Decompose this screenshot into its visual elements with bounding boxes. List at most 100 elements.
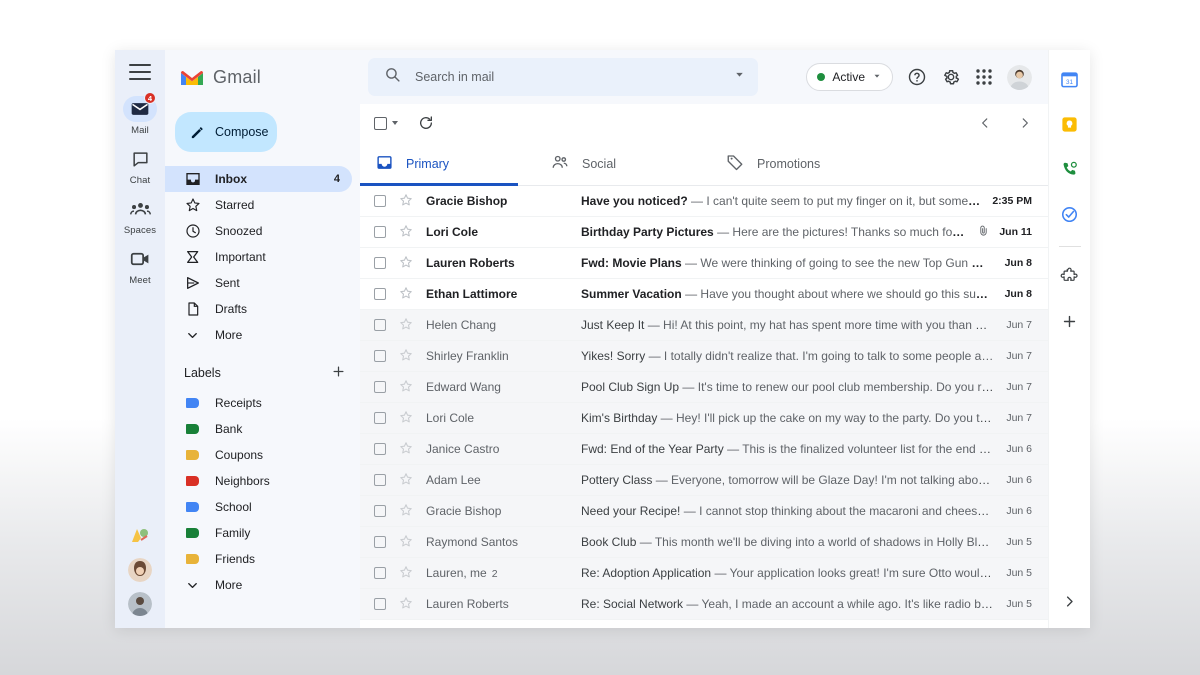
list-toolbar [360, 104, 1048, 142]
sidebar-item-label-bank[interactable]: Bank [165, 416, 352, 442]
chat-contact-status-icon[interactable] [128, 524, 152, 548]
table-row[interactable]: Lauren Roberts Re: Social Network — Yeah… [360, 589, 1048, 620]
gmail-brand[interactable]: Gmail [165, 62, 360, 92]
table-row[interactable]: Lori Cole Birthday Party Pictures — Here… [360, 217, 1048, 248]
label-name-school: School [215, 500, 252, 514]
star-icon[interactable] [399, 348, 413, 365]
table-row[interactable]: Gracie Bishop Need your Recipe! — I cann… [360, 496, 1048, 527]
chevron-down-icon [872, 70, 882, 84]
sidebar-item-label-school[interactable]: School [165, 494, 352, 520]
star-icon[interactable] [399, 596, 413, 613]
row-checkbox[interactable] [374, 536, 386, 548]
table-row[interactable]: Lauren Roberts Fwd: Movie Plans — We wer… [360, 248, 1048, 279]
star-icon[interactable] [399, 193, 413, 210]
subject-text: Summer Vacation [581, 287, 682, 301]
row-checkbox[interactable] [374, 257, 386, 269]
row-snippet: — Hi! At this point, my hat has spent mo… [648, 318, 995, 332]
sidebar-item-starred[interactable]: Starred [165, 192, 352, 218]
tasks-icon[interactable] [1055, 199, 1085, 229]
select-caret-down-icon[interactable] [392, 121, 398, 125]
chat-contact-avatar-1[interactable] [128, 558, 152, 582]
row-checkbox[interactable] [374, 474, 386, 486]
sidebar-item-more[interactable]: More [165, 322, 352, 348]
sidebar-item-snoozed[interactable]: Snoozed [165, 218, 352, 244]
compose-button[interactable]: Compose [175, 112, 277, 152]
chat-contact-avatar-2[interactable] [128, 592, 152, 616]
search-bar[interactable] [368, 58, 758, 96]
apps-grid-icon[interactable] [975, 68, 993, 86]
table-row[interactable]: Janice Castro Fwd: End of the Year Party… [360, 434, 1048, 465]
rail-item-chat[interactable]: Chat [115, 146, 165, 186]
row-checkbox[interactable] [374, 319, 386, 331]
sidebar-item-label-receipts[interactable]: Receipts [165, 390, 352, 416]
chevron-left-icon[interactable] [978, 116, 992, 130]
sidebar-item-inbox[interactable]: Inbox 4 [165, 166, 352, 192]
row-snippet: — Have you thought about where we should… [685, 287, 993, 301]
refresh-icon[interactable] [418, 115, 434, 131]
star-icon[interactable] [399, 255, 413, 272]
gear-icon[interactable] [941, 67, 961, 87]
rail-item-spaces[interactable]: Spaces [115, 196, 165, 236]
gmail-logo-icon [179, 67, 205, 87]
tab-social[interactable]: Social [535, 142, 710, 185]
plus-icon[interactable] [1055, 306, 1085, 336]
sidebar-item-label-friends[interactable]: Friends [165, 546, 352, 572]
help-icon[interactable] [907, 67, 927, 87]
row-checkbox[interactable] [374, 195, 386, 207]
tab-primary[interactable]: Primary [360, 142, 535, 185]
search-input[interactable] [415, 70, 733, 84]
table-row[interactable]: Edward Wang Pool Club Sign Up — It's tim… [360, 372, 1048, 403]
account-avatar[interactable] [1007, 65, 1032, 90]
row-checkbox[interactable] [374, 598, 386, 610]
star-icon[interactable] [399, 224, 413, 241]
star-icon[interactable] [399, 379, 413, 396]
chevron-right-icon[interactable] [1018, 116, 1032, 130]
star-icon[interactable] [399, 472, 413, 489]
keep-icon[interactable] [1055, 109, 1085, 139]
star-icon[interactable] [399, 441, 413, 458]
row-checkbox[interactable] [374, 288, 386, 300]
rail-item-mail[interactable]: 4 Mail [115, 96, 165, 136]
row-checkbox[interactable] [374, 226, 386, 238]
table-row[interactable]: Raymond Santos Book Club — This month we… [360, 527, 1048, 558]
tab-promotions[interactable]: Promotions [710, 142, 885, 185]
star-icon[interactable] [399, 565, 413, 582]
table-row[interactable]: Ethan Lattimore Summer Vacation — Have y… [360, 279, 1048, 310]
star-icon[interactable] [399, 410, 413, 427]
sidebar-item-drafts[interactable]: Drafts [165, 296, 352, 322]
expand-panel-chevron-right-icon[interactable] [1062, 594, 1077, 614]
hamburger-icon[interactable] [129, 64, 151, 80]
row-checkbox[interactable] [374, 412, 386, 424]
search-options-icon[interactable] [733, 68, 746, 86]
row-checkbox[interactable] [374, 505, 386, 517]
row-snippet: — Here are the pictures! Thanks so much … [717, 225, 965, 239]
table-row[interactable]: Shirley Franklin Yikes! Sorry — I totall… [360, 341, 1048, 372]
table-row[interactable]: Lauren, me2 Re: Adoption Application — Y… [360, 558, 1048, 589]
sidebar-item-label-coupons[interactable]: Coupons [165, 442, 352, 468]
star-icon[interactable] [399, 534, 413, 551]
table-row[interactable]: Helen Chang Just Keep It — Hi! At this p… [360, 310, 1048, 341]
status-badge[interactable]: Active [806, 63, 893, 91]
sidebar-item-label-family[interactable]: Family [165, 520, 352, 546]
contacts-icon[interactable] [1055, 154, 1085, 184]
plus-icon[interactable] [331, 364, 346, 382]
table-row[interactable]: Adam Lee Pottery Class — Everyone, tomor… [360, 465, 1048, 496]
row-checkbox[interactable] [374, 381, 386, 393]
star-icon[interactable] [399, 503, 413, 520]
row-checkbox[interactable] [374, 350, 386, 362]
select-all-checkbox[interactable] [374, 117, 387, 130]
sidebar-item-labels-more[interactable]: More [165, 572, 352, 598]
sidebar-item-important[interactable]: Important [165, 244, 352, 270]
star-icon[interactable] [399, 317, 413, 334]
rail-item-meet[interactable]: Meet [115, 246, 165, 286]
row-checkbox[interactable] [374, 567, 386, 579]
table-row[interactable]: Gracie Bishop Have you noticed? — I can'… [360, 186, 1048, 217]
star-icon[interactable] [399, 286, 413, 303]
sidebar-item-label-neighbors[interactable]: Neighbors [165, 468, 352, 494]
calendar-icon[interactable]: 31 [1055, 64, 1085, 94]
addons-icon[interactable] [1055, 261, 1085, 291]
table-row[interactable]: Lori Cole Kim's Birthday — Hey! I'll pic… [360, 403, 1048, 434]
sidebar-item-sent[interactable]: Sent [165, 270, 352, 296]
row-checkbox[interactable] [374, 443, 386, 455]
label-tag-icon [184, 421, 201, 438]
